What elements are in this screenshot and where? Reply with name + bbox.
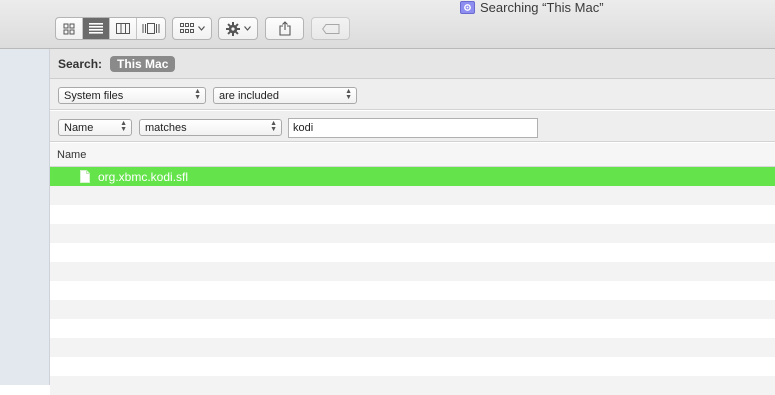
arrange-icon — [179, 23, 194, 33]
criteria-operator-popup[interactable]: matches ▲ ▼ — [139, 119, 282, 136]
updown-chevron-icon: ▲ ▼ — [194, 88, 201, 101]
updown-chevron-icon: ▲ ▼ — [345, 88, 352, 101]
criteria-row: System files ▲ ▼ are included ▲ ▼ — [50, 79, 775, 110]
criteria-operator-value: matches — [145, 121, 187, 134]
icon-view-icon — [63, 23, 75, 34]
list-item — [50, 319, 775, 338]
list-item — [50, 338, 775, 357]
criteria-operator-value: are included — [219, 89, 279, 102]
criteria-attribute-popup[interactable]: System files ▲ ▼ — [58, 87, 206, 104]
sidebar — [0, 49, 50, 385]
icon-view-button[interactable] — [56, 18, 83, 39]
updown-chevron-icon: ▲ ▼ — [120, 120, 127, 133]
search-scope-bar: Search: This Mac — [50, 49, 775, 79]
list-item — [50, 376, 775, 395]
action-button[interactable] — [218, 17, 258, 40]
view-mode-control — [55, 17, 166, 40]
criteria-value-field[interactable]: kodi — [288, 118, 538, 138]
list-view-button[interactable] — [83, 18, 110, 39]
column-view-button[interactable] — [110, 18, 137, 39]
criteria-value-text: kodi — [293, 122, 314, 134]
window-title-text: Searching “This Mac” — [480, 0, 604, 15]
list-item — [50, 262, 775, 281]
column-header-name[interactable]: Name — [57, 149, 86, 161]
list-header: Name — [50, 143, 775, 167]
tags-button[interactable] — [311, 17, 350, 40]
list-view-icon — [89, 23, 103, 34]
share-icon — [278, 21, 291, 36]
share-button[interactable] — [265, 17, 304, 40]
criteria-operator-popup[interactable]: are included ▲ ▼ — [213, 87, 357, 104]
list-item — [50, 224, 775, 243]
chevron-down-icon — [197, 26, 205, 31]
cover-flow-view-button[interactable] — [137, 18, 164, 39]
criteria-attribute-value: Name — [64, 121, 94, 134]
updown-chevron-icon: ▲ ▼ — [270, 120, 277, 133]
window-title: Searching “This Mac” — [460, 0, 604, 15]
gear-icon — [225, 21, 240, 36]
list-item — [50, 281, 775, 300]
list-item — [50, 357, 775, 376]
list-item — [50, 205, 775, 224]
list-item[interactable]: org.xbmc.kodi.sfl — [50, 167, 775, 186]
search-label: Search: — [58, 56, 103, 71]
scope-this-mac-button[interactable]: This Mac — [110, 55, 176, 72]
cover-flow-view-icon — [142, 23, 159, 34]
results-list: org.xbmc.kodi.sfl — [50, 167, 775, 395]
criteria-attribute-popup[interactable]: Name ▲ ▼ — [58, 119, 132, 136]
list-item — [50, 243, 775, 262]
criteria-row: Name ▲ ▼ matches ▲ ▼ kodi — [50, 111, 775, 142]
toolbar: Searching “This Mac” — [0, 0, 775, 49]
column-view-icon — [116, 23, 130, 34]
criteria-attribute-value: System files — [64, 89, 124, 102]
chevron-down-icon — [243, 26, 251, 31]
arrange-button[interactable] — [172, 17, 212, 40]
smart-folder-icon — [460, 0, 475, 14]
tag-icon — [321, 23, 339, 34]
file-name: org.xbmc.kodi.sfl — [98, 169, 189, 184]
list-item — [50, 300, 775, 319]
document-icon — [80, 170, 90, 183]
list-item — [50, 186, 775, 205]
